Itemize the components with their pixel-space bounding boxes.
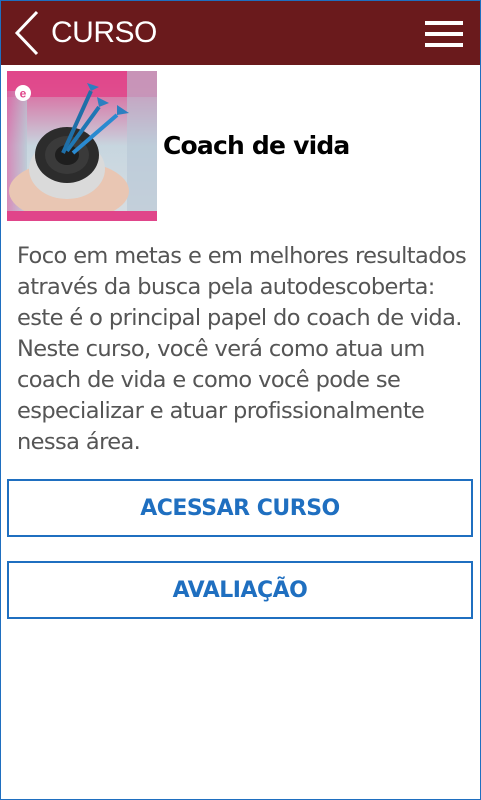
back-button[interactable]	[11, 9, 45, 57]
hamburger-menu-icon	[425, 21, 463, 25]
hamburger-line	[425, 43, 463, 47]
dartboard-image: e	[7, 71, 157, 221]
thumbnail-badge: e	[20, 87, 27, 101]
course-thumbnail: e	[7, 71, 157, 221]
evaluation-button[interactable]: AVALIAÇÃO	[7, 561, 473, 619]
course-title: Coach de vida	[163, 131, 350, 160]
access-course-button[interactable]: ACESSAR CURSO	[7, 479, 473, 537]
app-screen: CURSO e Coach de vida Foco em metas e em…	[0, 0, 481, 800]
top-bar: CURSO	[1, 1, 480, 65]
course-description: Foco em metas e em melhores resultados a…	[17, 243, 467, 455]
menu-button[interactable]	[425, 19, 465, 49]
chevron-left-icon	[14, 10, 39, 56]
hamburger-line	[425, 32, 463, 36]
page-title: CURSO	[51, 16, 157, 49]
